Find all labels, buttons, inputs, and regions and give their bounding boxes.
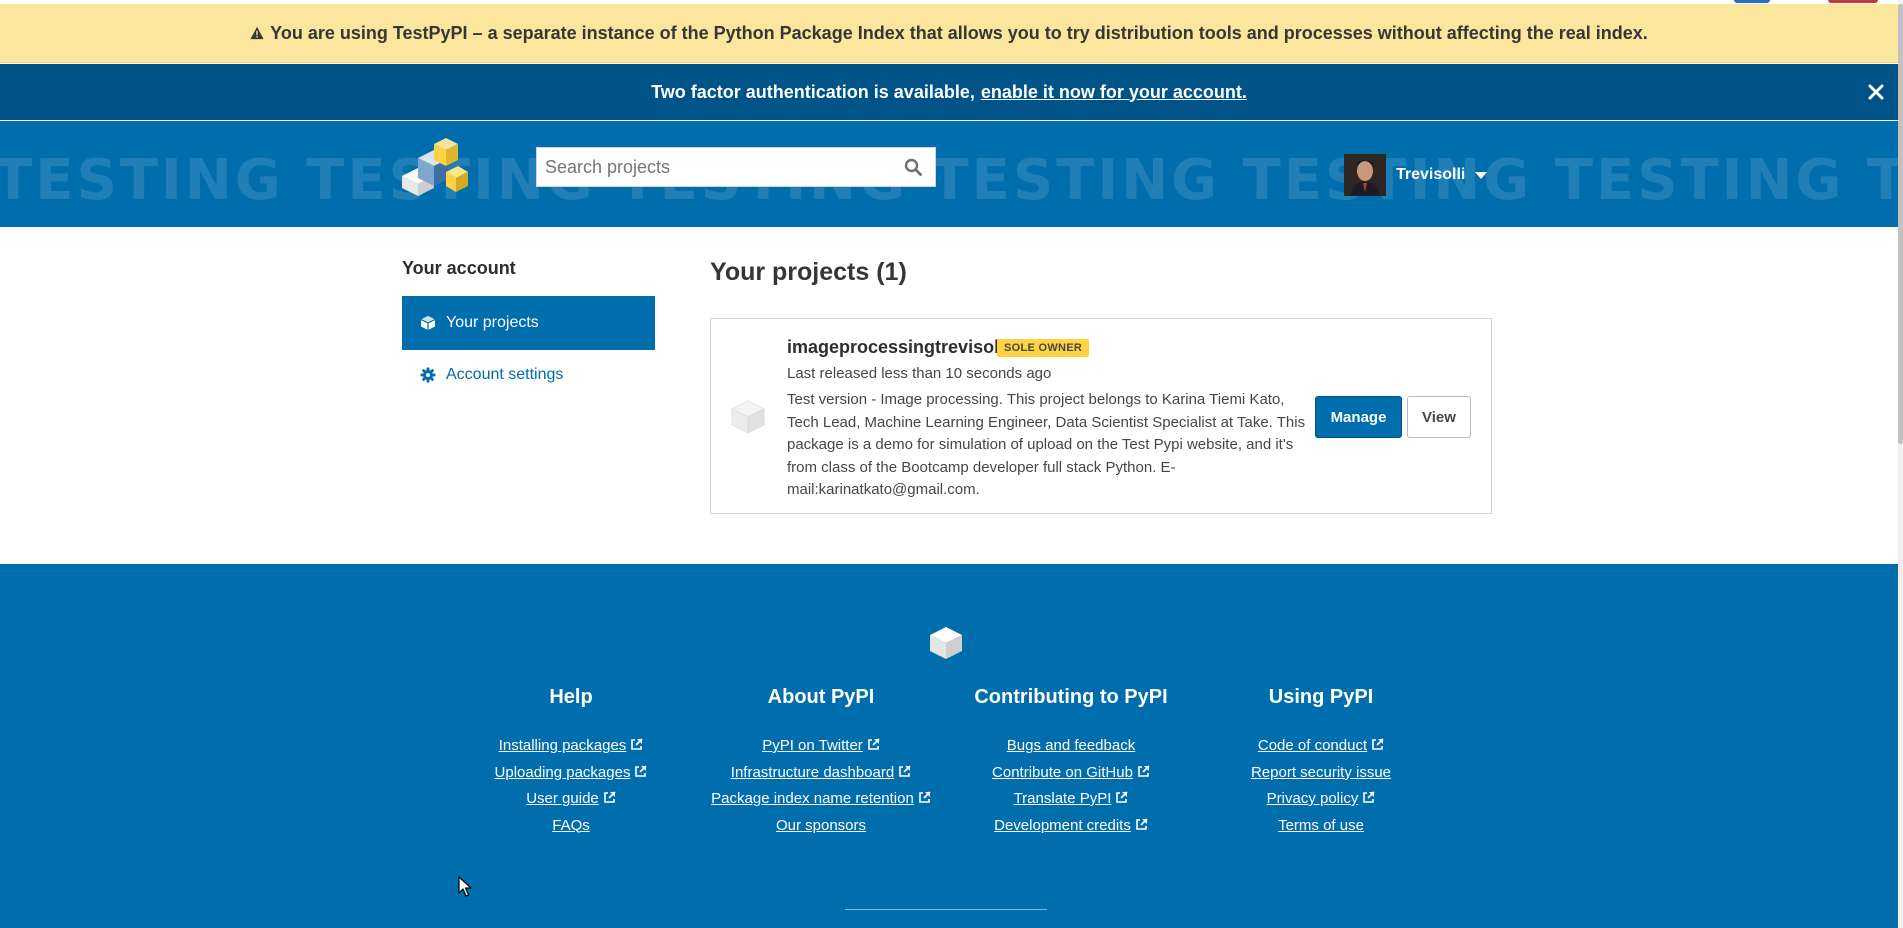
view-button[interactable]: View xyxy=(1407,396,1471,438)
footer-link[interactable]: Infrastructure dashboard xyxy=(701,760,941,787)
footer-link-label: Code of conduct xyxy=(1257,737,1368,754)
testpypi-notice: You are using TestPyPI – a separate inst… xyxy=(0,4,1898,63)
scrollbar-thumb[interactable] xyxy=(1898,4,1903,444)
footer-column-title: Using PyPI xyxy=(1268,686,1374,708)
footer-link-label: Terms of use xyxy=(1278,816,1364,834)
external-link-icon xyxy=(1116,791,1129,803)
browser-tab-edge xyxy=(1734,0,1770,3)
footer-link-label: Uploading packages xyxy=(494,763,631,781)
footer-link[interactable]: PyPI on Twitter xyxy=(701,733,941,760)
search-box xyxy=(536,147,936,187)
page-title: Your projects (1) xyxy=(710,258,907,286)
user-menu[interactable]: Trevisolli xyxy=(1344,154,1488,196)
chevron-down-icon xyxy=(1475,171,1488,179)
footer-link-label: Translate PyPI xyxy=(1013,790,1112,807)
footer-link[interactable]: Installing packages xyxy=(451,733,691,760)
avatar xyxy=(1344,154,1386,196)
footer-link[interactable]: Our sponsors xyxy=(701,813,941,840)
site-header: TESTING TESTING TESTING TESTING TESTING … xyxy=(0,121,1898,227)
footer-link[interactable]: Package index name retention xyxy=(701,786,941,813)
footer-column: Help Installing packages Uploading package… xyxy=(451,686,691,839)
external-link-icon xyxy=(631,738,643,750)
footer-link-label: FAQs xyxy=(552,816,590,834)
footer-column: Contributing to PyPI Bugs and feedback Con… xyxy=(951,686,1191,839)
sidebar-item-label: Your projects xyxy=(446,314,539,331)
sidebar-item-account-settings[interactable]: Account settings xyxy=(402,348,655,402)
external-link-icon xyxy=(1363,791,1375,803)
footer-link[interactable]: Translate PyPI xyxy=(951,786,1191,813)
external-link-icon xyxy=(603,791,616,803)
footer-link-label: Package index name retention xyxy=(711,790,914,807)
footer-column-title: Help xyxy=(549,686,593,708)
external-link-icon xyxy=(899,764,911,777)
footer-link[interactable]: Report security issue xyxy=(1201,760,1441,787)
project-card: imageprocessingtrevisolli SOLE OWNER Las… xyxy=(710,318,1492,514)
gear-icon xyxy=(420,367,436,383)
enable-twofa-link[interactable]: enable it now for your account. xyxy=(981,82,1247,103)
package-icon xyxy=(730,400,766,434)
testpypi-notice-text: You are using TestPyPI – a separate inst… xyxy=(270,22,1648,43)
footer-link[interactable]: Development credits xyxy=(951,813,1191,840)
status-badge: SOLE OWNER xyxy=(997,339,1090,357)
footer-link-label: Bugs and feedback xyxy=(1006,737,1136,754)
external-link-icon xyxy=(1372,738,1384,750)
footer-link-label: PyPI on Twitter xyxy=(762,737,863,754)
project-description: Test version - Image processing. This pr… xyxy=(787,391,1306,498)
footer-column: Using PyPI Code of conduct Report security… xyxy=(1201,686,1441,839)
footer-link-label: Report security issue xyxy=(1250,763,1392,781)
project-name[interactable]: imageprocessingtrevisolli xyxy=(787,337,1009,358)
browser-tab-edge xyxy=(1828,0,1878,3)
close-icon[interactable] xyxy=(1866,82,1886,102)
warning-icon xyxy=(250,26,264,40)
footer-link[interactable]: Bugs and feedback xyxy=(951,733,1191,760)
avatar-image xyxy=(1344,154,1386,196)
footer-link-label: Development credits xyxy=(994,816,1131,834)
footer-link[interactable]: Privacy policy xyxy=(1201,786,1441,813)
project-release-info: Last released less than 10 seconds ago xyxy=(787,365,1052,382)
footer-link-label: Our sponsors xyxy=(775,816,867,834)
footer-link[interactable]: Code of conduct xyxy=(1201,733,1441,760)
cube-icon xyxy=(420,316,436,330)
footer-link[interactable]: FAQs xyxy=(451,813,691,840)
twofa-notice: Two factor authentication is available, … xyxy=(0,64,1898,120)
search-button[interactable] xyxy=(891,148,935,186)
footer-column-title: Contributing to PyPI xyxy=(974,686,1168,708)
testing-watermark: TESTING TESTING TESTING TESTING TESTING … xyxy=(0,148,1898,213)
pypi-footer-logo-icon xyxy=(930,627,962,659)
sidebar-item-your-projects[interactable]: Your projects xyxy=(402,296,655,350)
twofa-notice-text: Two factor authentication is available, xyxy=(651,81,975,102)
mouse-cursor-icon xyxy=(458,876,472,897)
pypi-logo-icon[interactable] xyxy=(400,136,470,196)
sidebar-item-label: Account settings xyxy=(446,366,564,383)
site-footer: Help Installing packages Uploading package… xyxy=(0,564,1898,928)
external-link-icon xyxy=(635,764,648,777)
footer-column: About PyPI PyPI on Twitter Infrastructure … xyxy=(701,686,941,839)
footer-link-label: Installing packages xyxy=(498,737,627,754)
search-input[interactable] xyxy=(537,148,877,186)
footer-link[interactable]: User guide xyxy=(451,786,691,813)
search-icon xyxy=(904,158,922,176)
external-link-icon xyxy=(919,791,931,803)
footer-divider xyxy=(845,909,1047,910)
external-link-icon xyxy=(1138,764,1150,777)
footer-link[interactable]: Terms of use xyxy=(1201,813,1441,840)
username: Trevisolli xyxy=(1396,166,1466,183)
footer-link-label: Contribute on GitHub xyxy=(992,763,1133,781)
footer-link[interactable]: Uploading packages xyxy=(451,760,691,787)
footer-link-label: User guide xyxy=(526,790,599,807)
external-link-icon xyxy=(867,738,880,750)
sidebar-title: Your account xyxy=(402,258,516,278)
footer-link-label: Privacy policy xyxy=(1266,790,1359,807)
manage-button[interactable]: Manage xyxy=(1315,396,1402,438)
external-link-icon xyxy=(1136,817,1148,830)
footer-column-title: About PyPI xyxy=(767,686,875,708)
page-scrollbar[interactable] xyxy=(1898,0,1903,928)
footer-link-label: Infrastructure dashboard xyxy=(730,763,895,781)
footer-link[interactable]: Contribute on GitHub xyxy=(951,760,1191,787)
